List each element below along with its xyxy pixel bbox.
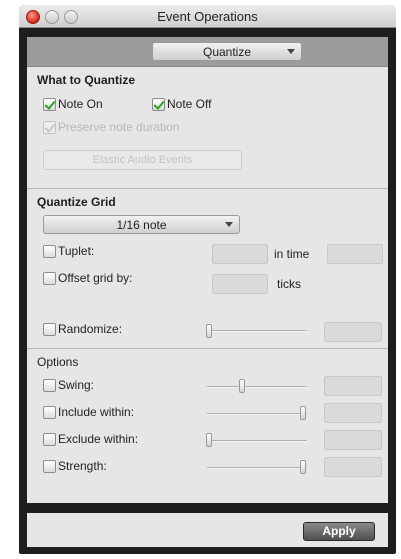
tuplet-checkbox[interactable] [43,245,56,258]
tuplet-in-time-field[interactable] [327,244,383,264]
note-on-checkbox[interactable] [43,98,56,111]
mode-popup-value: Quantize [202,45,252,59]
operations-panel: Quantize What to Quantize Note On Note O… [27,37,388,503]
include-within-checkbox[interactable] [43,406,56,419]
mode-popup[interactable]: Quantize [152,42,302,61]
mode-bar: Quantize [27,37,388,67]
swing-checkbox[interactable] [43,379,56,392]
preserve-duration-checkbox[interactable] [43,121,56,134]
randomize-value-field[interactable] [324,322,382,342]
what-to-quantize-heading: What to Quantize [37,73,135,87]
offset-grid-label: Offset grid by: [58,271,133,285]
ticks-label: ticks [277,277,301,291]
offset-ticks-field[interactable] [212,274,268,294]
strength-slider-track[interactable] [207,467,307,469]
preserve-duration-label: Preserve note duration [58,120,180,134]
options-heading: Options [37,355,79,369]
note-on-label: Note On [58,97,103,111]
exclude-within-slider-thumb[interactable] [206,433,212,447]
randomize-label: Randomize: [58,322,123,336]
section-divider [27,188,388,189]
include-within-value-field[interactable] [324,403,382,423]
strength-label: Strength: [58,459,107,473]
swing-slider-track[interactable] [207,386,307,388]
apply-button[interactable]: Apply [303,522,375,541]
tuplet-label: Tuplet: [58,244,95,258]
chevron-down-icon [225,222,233,227]
exclude-within-value-field[interactable] [324,430,382,450]
strength-checkbox[interactable] [43,460,56,473]
exclude-within-label: Exclude within: [58,432,139,446]
exclude-within-checkbox[interactable] [43,433,56,446]
randomize-slider-thumb[interactable] [206,324,212,338]
elastic-audio-events-button[interactable]: Elastic Audio Events [43,150,242,170]
include-within-slider-thumb[interactable] [300,406,306,420]
strength-value-field[interactable] [324,457,382,477]
exclude-within-slider-track[interactable] [207,440,307,442]
tuplet-count-field[interactable] [212,244,268,264]
include-within-label: Include within: [58,405,135,419]
quantize-grid-heading: Quantize Grid [37,195,116,209]
note-off-label: Note Off [167,97,212,111]
title-bar[interactable]: Event Operations [19,5,396,28]
event-operations-window: Event Operations Quantize What to Quanti… [19,5,396,554]
include-within-slider-track[interactable] [207,413,307,415]
swing-label: Swing: [58,378,95,392]
swing-value-field[interactable] [324,376,382,396]
randomize-slider-track[interactable] [207,330,307,332]
grid-value: 1/16 note [116,218,167,232]
offset-grid-checkbox[interactable] [43,272,56,285]
grid-value-popup[interactable]: 1/16 note [43,215,240,234]
strength-slider-thumb[interactable] [300,460,306,474]
window-title: Event Operations [157,9,258,24]
note-off-checkbox[interactable] [152,98,165,111]
chevron-down-icon [287,49,295,54]
footer-bar: Apply [27,513,388,547]
section-divider [27,348,388,349]
swing-slider-thumb[interactable] [239,379,245,393]
randomize-checkbox[interactable] [43,323,56,336]
in-time-label: in time [274,247,310,261]
